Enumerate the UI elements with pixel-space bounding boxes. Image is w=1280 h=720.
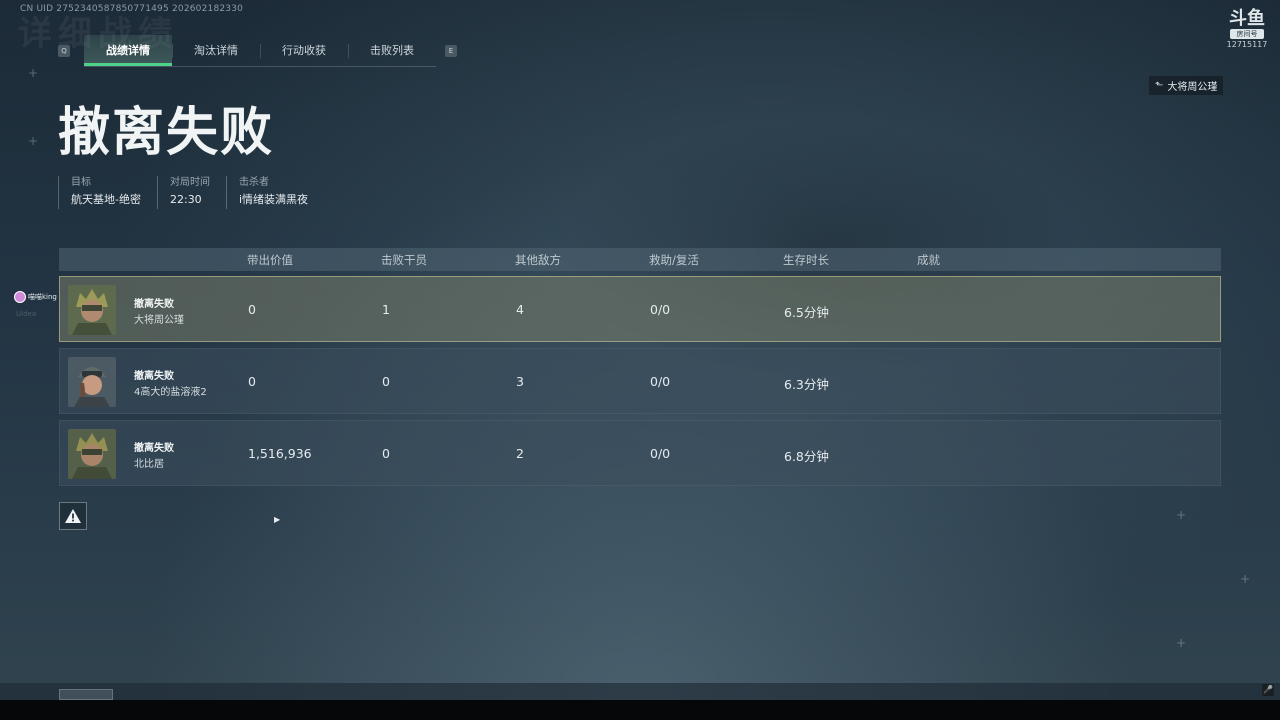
- header-assist-revive: 救助/复活: [649, 253, 699, 267]
- decor-plus-icon: +: [1176, 508, 1187, 522]
- header-other-enemies: 其他敌方: [515, 253, 561, 267]
- table-row[interactable]: 撤离失败 大将周公瑾 0 1 4 0/0 6.5分钟: [59, 276, 1221, 342]
- info-time: 对局时间 22:30: [156, 176, 222, 209]
- decor-plus-icon: +: [28, 66, 39, 80]
- decor-plus-icon: +: [28, 134, 39, 148]
- cell-survival-time: 6.8分钟: [784, 449, 829, 464]
- cell-survival-time: 6.5分钟: [784, 305, 829, 320]
- uid-text: CN UID 2752340587850771495 202602182330: [20, 4, 244, 14]
- row-player-name: 大将周公瑾: [134, 315, 184, 326]
- cell-kills: 1: [382, 302, 390, 317]
- tab-bar: 战绩详情 淘汰详情 行动收获 击败列表: [84, 35, 436, 67]
- info-target-value: 航天基地-绝密: [71, 193, 141, 206]
- decor-plus-icon: +: [1176, 636, 1187, 650]
- brand-logo: 斗鱼: [1229, 8, 1265, 29]
- cell-assist-revive: 0/0: [650, 446, 671, 461]
- viewer-avatar: [14, 291, 26, 303]
- cell-extract-value: 0: [248, 374, 256, 389]
- cell-kills: 0: [382, 446, 390, 461]
- next-tab-key-hint[interactable]: E: [445, 45, 457, 57]
- tab-action-loot[interactable]: 行动收获: [260, 35, 348, 66]
- warning-icon: [65, 509, 81, 523]
- header-extract-value: 带出价值: [247, 253, 293, 267]
- brand-room-label: 房间号: [1230, 29, 1264, 39]
- tab-defeat-list[interactable]: 击败列表: [348, 35, 436, 66]
- tab-record-details[interactable]: 战绩详情: [84, 35, 172, 66]
- info-killer-value: i情绪装满黑夜: [238, 193, 309, 206]
- result-title: 撤离失败: [58, 103, 275, 163]
- viewer-name: 喵喵king: [28, 293, 57, 301]
- mouse-cursor-icon: ▶: [274, 515, 281, 524]
- cell-other-enemies: 2: [516, 446, 524, 461]
- bottom-key-hint[interactable]: [59, 689, 113, 700]
- tab-elimination-details[interactable]: 淘汰详情: [172, 35, 260, 66]
- info-killer-label: 击杀者: [238, 177, 269, 188]
- table-header: 带出价值 击败干员 其他敌方 救助/复活 生存时长 成就: [59, 248, 1221, 271]
- info-time-label: 对局时间: [169, 177, 210, 188]
- bottom-bar: [0, 683, 1280, 700]
- info-target: 目标 航天基地-绝密: [58, 176, 153, 209]
- operator-avatar: [68, 285, 116, 335]
- decor-plus-icon: +: [1240, 572, 1251, 586]
- operator-avatar: [68, 357, 116, 407]
- info-killer: 击杀者 i情绪装满黑夜: [225, 176, 320, 209]
- header-survival-time: 生存时长: [783, 253, 829, 267]
- microphone-icon[interactable]: 🎤: [1262, 684, 1274, 696]
- row-status: 撤离失败: [134, 371, 174, 382]
- viewer-overlay-faded: Uidea: [16, 310, 37, 318]
- row-player-name: 北比居: [134, 459, 164, 470]
- cell-extract-value: 0: [248, 302, 256, 317]
- cell-other-enemies: 4: [516, 302, 524, 317]
- match-info: 目标 航天基地-绝密 对局时间 22:30 击杀者 i情绪装满黑夜: [58, 176, 324, 209]
- operator-avatar: [68, 429, 116, 479]
- killer-badge-label: 大将周公瑾: [1167, 82, 1218, 93]
- stream-brand: 斗鱼 房间号 12715117: [1226, 8, 1268, 50]
- table-row[interactable]: 撤离失败 4高大的盐溶液2 0 0 3 0/0 6.3分钟: [59, 348, 1221, 414]
- prev-tab-key-hint[interactable]: Q: [58, 45, 70, 57]
- letterbox-bar: [0, 700, 1280, 720]
- cell-kills: 0: [382, 374, 390, 389]
- report-button[interactable]: [59, 502, 87, 530]
- cell-extract-value: 1,516,936: [248, 446, 312, 461]
- viewer-overlay: 喵喵king: [14, 291, 57, 303]
- back-arrow-icon: ⬑: [1155, 80, 1164, 91]
- header-achievements: 成就: [917, 253, 940, 267]
- row-status: 撤离失败: [134, 299, 174, 310]
- header-kills: 击败干员: [381, 253, 427, 267]
- table-row[interactable]: 撤离失败 北比居 1,516,936 0 2 0/0 6.8分钟: [59, 420, 1221, 486]
- info-time-value: 22:30: [169, 193, 202, 206]
- info-target-label: 目标: [71, 177, 91, 188]
- row-player-name: 4高大的盐溶液2: [134, 387, 207, 398]
- cell-assist-revive: 0/0: [650, 374, 671, 389]
- cell-other-enemies: 3: [516, 374, 524, 389]
- killer-badge[interactable]: ⬑ 大将周公瑾: [1149, 76, 1224, 95]
- room-number: 12715117: [1226, 40, 1268, 49]
- row-status: 撤离失败: [134, 443, 174, 454]
- cell-survival-time: 6.3分钟: [784, 377, 829, 392]
- cell-assist-revive: 0/0: [650, 302, 671, 317]
